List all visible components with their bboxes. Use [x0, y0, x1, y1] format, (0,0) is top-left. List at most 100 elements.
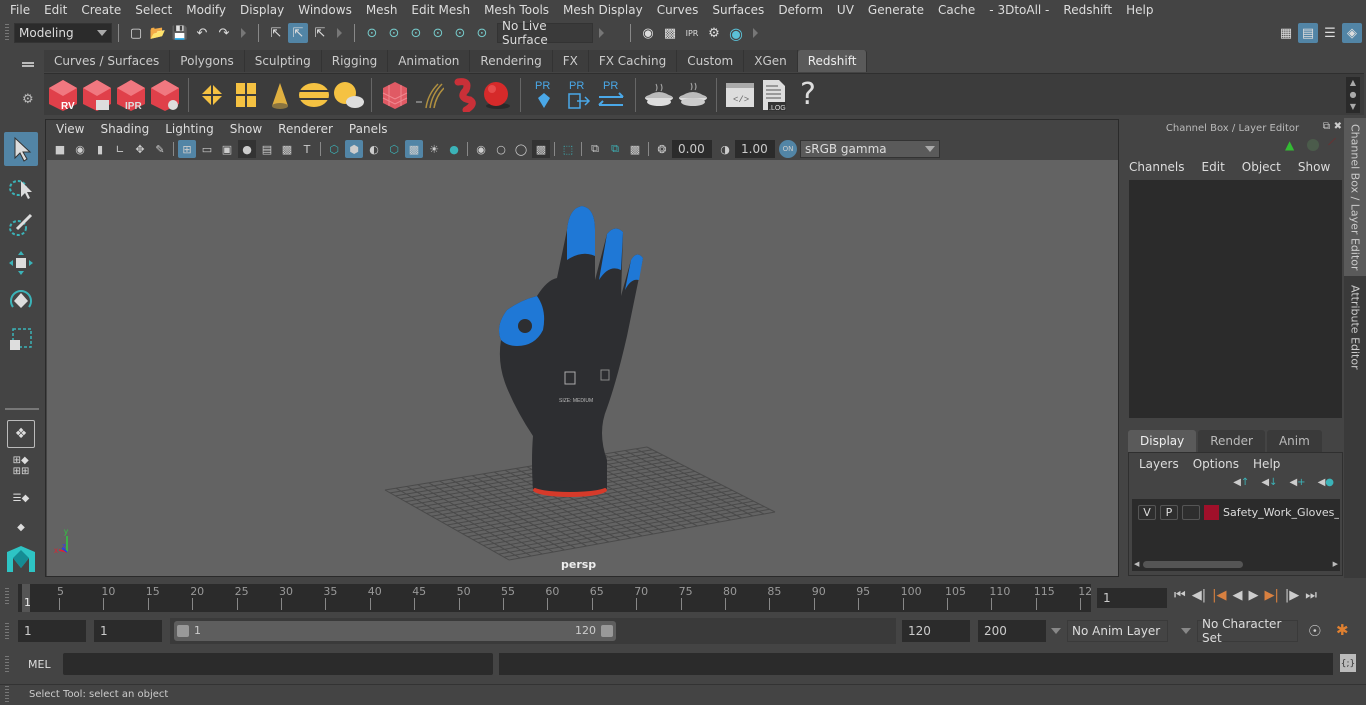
redshift-settings-icon[interactable]: [148, 77, 182, 113]
menu-mesh-tools[interactable]: Mesh Tools: [477, 3, 556, 17]
make-live-icon[interactable]: ⊙: [472, 23, 492, 43]
script-editor-icon[interactable]: </>: [723, 77, 757, 113]
safe-title-icon[interactable]: T: [298, 140, 316, 158]
redshift-sun-sky-icon[interactable]: [331, 77, 365, 113]
tab-animation[interactable]: Animation: [388, 50, 471, 72]
scroll-down-icon[interactable]: ▼: [1350, 102, 1356, 111]
close-icon[interactable]: ✖: [1334, 121, 1342, 132]
color-space-dropdown[interactable]: sRGB gamma: [800, 140, 940, 158]
menu-windows[interactable]: Windows: [291, 3, 359, 17]
character-set-arrow-icon[interactable]: [1181, 628, 1191, 634]
slash-icon[interactable]: [1328, 137, 1336, 146]
motion-blur-icon[interactable]: ○: [492, 140, 510, 158]
menu-deform[interactable]: Deform: [771, 3, 830, 17]
redo-icon[interactable]: ↷: [214, 23, 234, 43]
tab-xgen[interactable]: XGen: [744, 50, 798, 72]
select-tool[interactable]: [4, 132, 38, 166]
live-surface-field[interactable]: No Live Surface: [497, 19, 593, 47]
help-icon[interactable]: ?: [791, 77, 825, 113]
current-frame-field[interactable]: 1: [1097, 588, 1167, 608]
render-settings-icon[interactable]: ⚙: [704, 23, 724, 43]
collapse-arrow-icon[interactable]: [753, 28, 758, 38]
menuset-dropdown[interactable]: Modeling: [14, 23, 112, 43]
redshift-light-icon-3[interactable]: [263, 77, 297, 113]
select-object-icon[interactable]: ⇱: [288, 23, 308, 43]
script-editor-icon[interactable]: {;}: [1340, 654, 1356, 672]
side-tab-attribute-editor[interactable]: Attribute Editor: [1344, 282, 1366, 372]
layer-menu-layers[interactable]: Layers: [1139, 457, 1179, 471]
xray-joints-icon[interactable]: ⧉: [606, 140, 624, 158]
tab-render-layers[interactable]: Render: [1198, 430, 1265, 452]
tab-fx-caching[interactable]: FX Caching: [588, 50, 678, 72]
outliner-persp-layout[interactable]: ☰◆: [7, 484, 35, 512]
play-forward-icon[interactable]: ▶: [1248, 588, 1258, 603]
redshift-proxy-icon[interactable]: [378, 77, 412, 113]
playback-end-field[interactable]: 120: [902, 620, 970, 642]
menu-select[interactable]: Select: [128, 3, 179, 17]
menu-uv[interactable]: UV: [830, 3, 861, 17]
cb-menu-edit[interactable]: Edit: [1202, 160, 1225, 174]
redshift-light-icon-1[interactable]: [195, 77, 229, 113]
scroll-thumb[interactable]: [1143, 560, 1244, 568]
hypershade-icon[interactable]: ◉: [726, 23, 746, 43]
ipr-render-icon[interactable]: IPR: [682, 23, 702, 43]
scroll-right-icon[interactable]: ▶: [1333, 560, 1338, 568]
tab-fx[interactable]: FX: [552, 50, 589, 72]
time-slider-track[interactable]: 1 5 10 15 20 25 30 35 40 45 50 55 60 65 70 75 80 85 90 95 1…: [18, 584, 1092, 612]
redshift-volume-icon[interactable]: [446, 77, 480, 113]
redshift-dome-light-icon[interactable]: [297, 77, 331, 113]
gamma-icon[interactable]: ◑: [716, 140, 734, 158]
save-scene-icon[interactable]: 💾: [170, 23, 190, 43]
redshift-material-icon[interactable]: [480, 77, 514, 113]
new-layer-selected-icon[interactable]: ◀●: [1318, 477, 1334, 488]
safe-action-icon[interactable]: ▩: [278, 140, 296, 158]
field-chart-icon[interactable]: ▤: [258, 140, 276, 158]
step-forward-frame-icon[interactable]: |▶: [1285, 588, 1299, 603]
float-panel-icon[interactable]: ⧉: [1323, 121, 1330, 132]
exposure-field[interactable]: 0.00: [672, 140, 712, 158]
select-camera-icon[interactable]: ■: [51, 140, 69, 158]
tab-sculpting[interactable]: Sculpting: [244, 50, 322, 72]
cb-menu-channels[interactable]: Channels: [1129, 160, 1185, 174]
menu-3dtoall[interactable]: - 3DtoAll -: [982, 3, 1056, 17]
grip-handle[interactable]: [5, 24, 9, 42]
redshift-ipr-icon[interactable]: IPR: [114, 77, 148, 113]
exposure-icon[interactable]: ❂: [653, 140, 671, 158]
panel-menu-show[interactable]: Show: [222, 122, 270, 136]
step-back-key-icon[interactable]: |◀: [1212, 588, 1226, 603]
use-all-lights-icon[interactable]: ☀: [425, 140, 443, 158]
layer-menu-help[interactable]: Help: [1253, 457, 1280, 471]
menu-display[interactable]: Display: [233, 3, 291, 17]
image-plane-icon[interactable]: ∟: [111, 140, 129, 158]
menu-mesh[interactable]: Mesh: [359, 3, 405, 17]
shelf-scrollbar[interactable]: ▲ ● ▼: [1346, 76, 1360, 113]
auto-key-icon[interactable]: ☉: [1308, 622, 1321, 640]
animation-end-field[interactable]: 200: [978, 620, 1046, 642]
four-view-layout[interactable]: ⊞◆ ⊞⊞: [7, 452, 35, 480]
scale-tool[interactable]: [4, 322, 38, 356]
select-hierarchy-icon[interactable]: ⇱: [266, 23, 286, 43]
move-layer-down-icon[interactable]: ◀↓: [1261, 477, 1277, 488]
character-set-dropdown[interactable]: No Character Set: [1197, 617, 1298, 645]
layer-color-swatch[interactable]: [1204, 505, 1219, 520]
pr-export-icon[interactable]: PR: [561, 77, 595, 113]
color-management-toggle[interactable]: ON: [779, 140, 797, 158]
grip-handle[interactable]: [5, 623, 9, 641]
anim-layer-arrow-icon[interactable]: [1051, 628, 1061, 634]
grease-pencil-icon[interactable]: ✎: [151, 140, 169, 158]
tool-settings-icon[interactable]: ☰: [1320, 23, 1340, 43]
animation-start-field[interactable]: 1: [18, 620, 86, 642]
layer-playback-toggle[interactable]: P: [1160, 505, 1178, 520]
film-gate-icon[interactable]: ▭: [198, 140, 216, 158]
attribute-editor-toggle-icon[interactable]: ▤: [1298, 23, 1318, 43]
menu-surfaces[interactable]: Surfaces: [705, 3, 771, 17]
log-icon[interactable]: .LOG: [757, 77, 791, 113]
menu-redshift[interactable]: Redshift: [1056, 3, 1119, 17]
range-start-grip[interactable]: [177, 625, 189, 637]
cb-menu-object[interactable]: Object: [1242, 160, 1281, 174]
tab-custom[interactable]: Custom: [677, 50, 745, 72]
layer-row[interactable]: V P Safety_Work_Gloves_C: [1132, 499, 1340, 520]
snap-view-plane-icon[interactable]: ⊙: [450, 23, 470, 43]
grip-handle[interactable]: [5, 656, 9, 674]
pr-swap-icon[interactable]: PR: [595, 77, 629, 113]
